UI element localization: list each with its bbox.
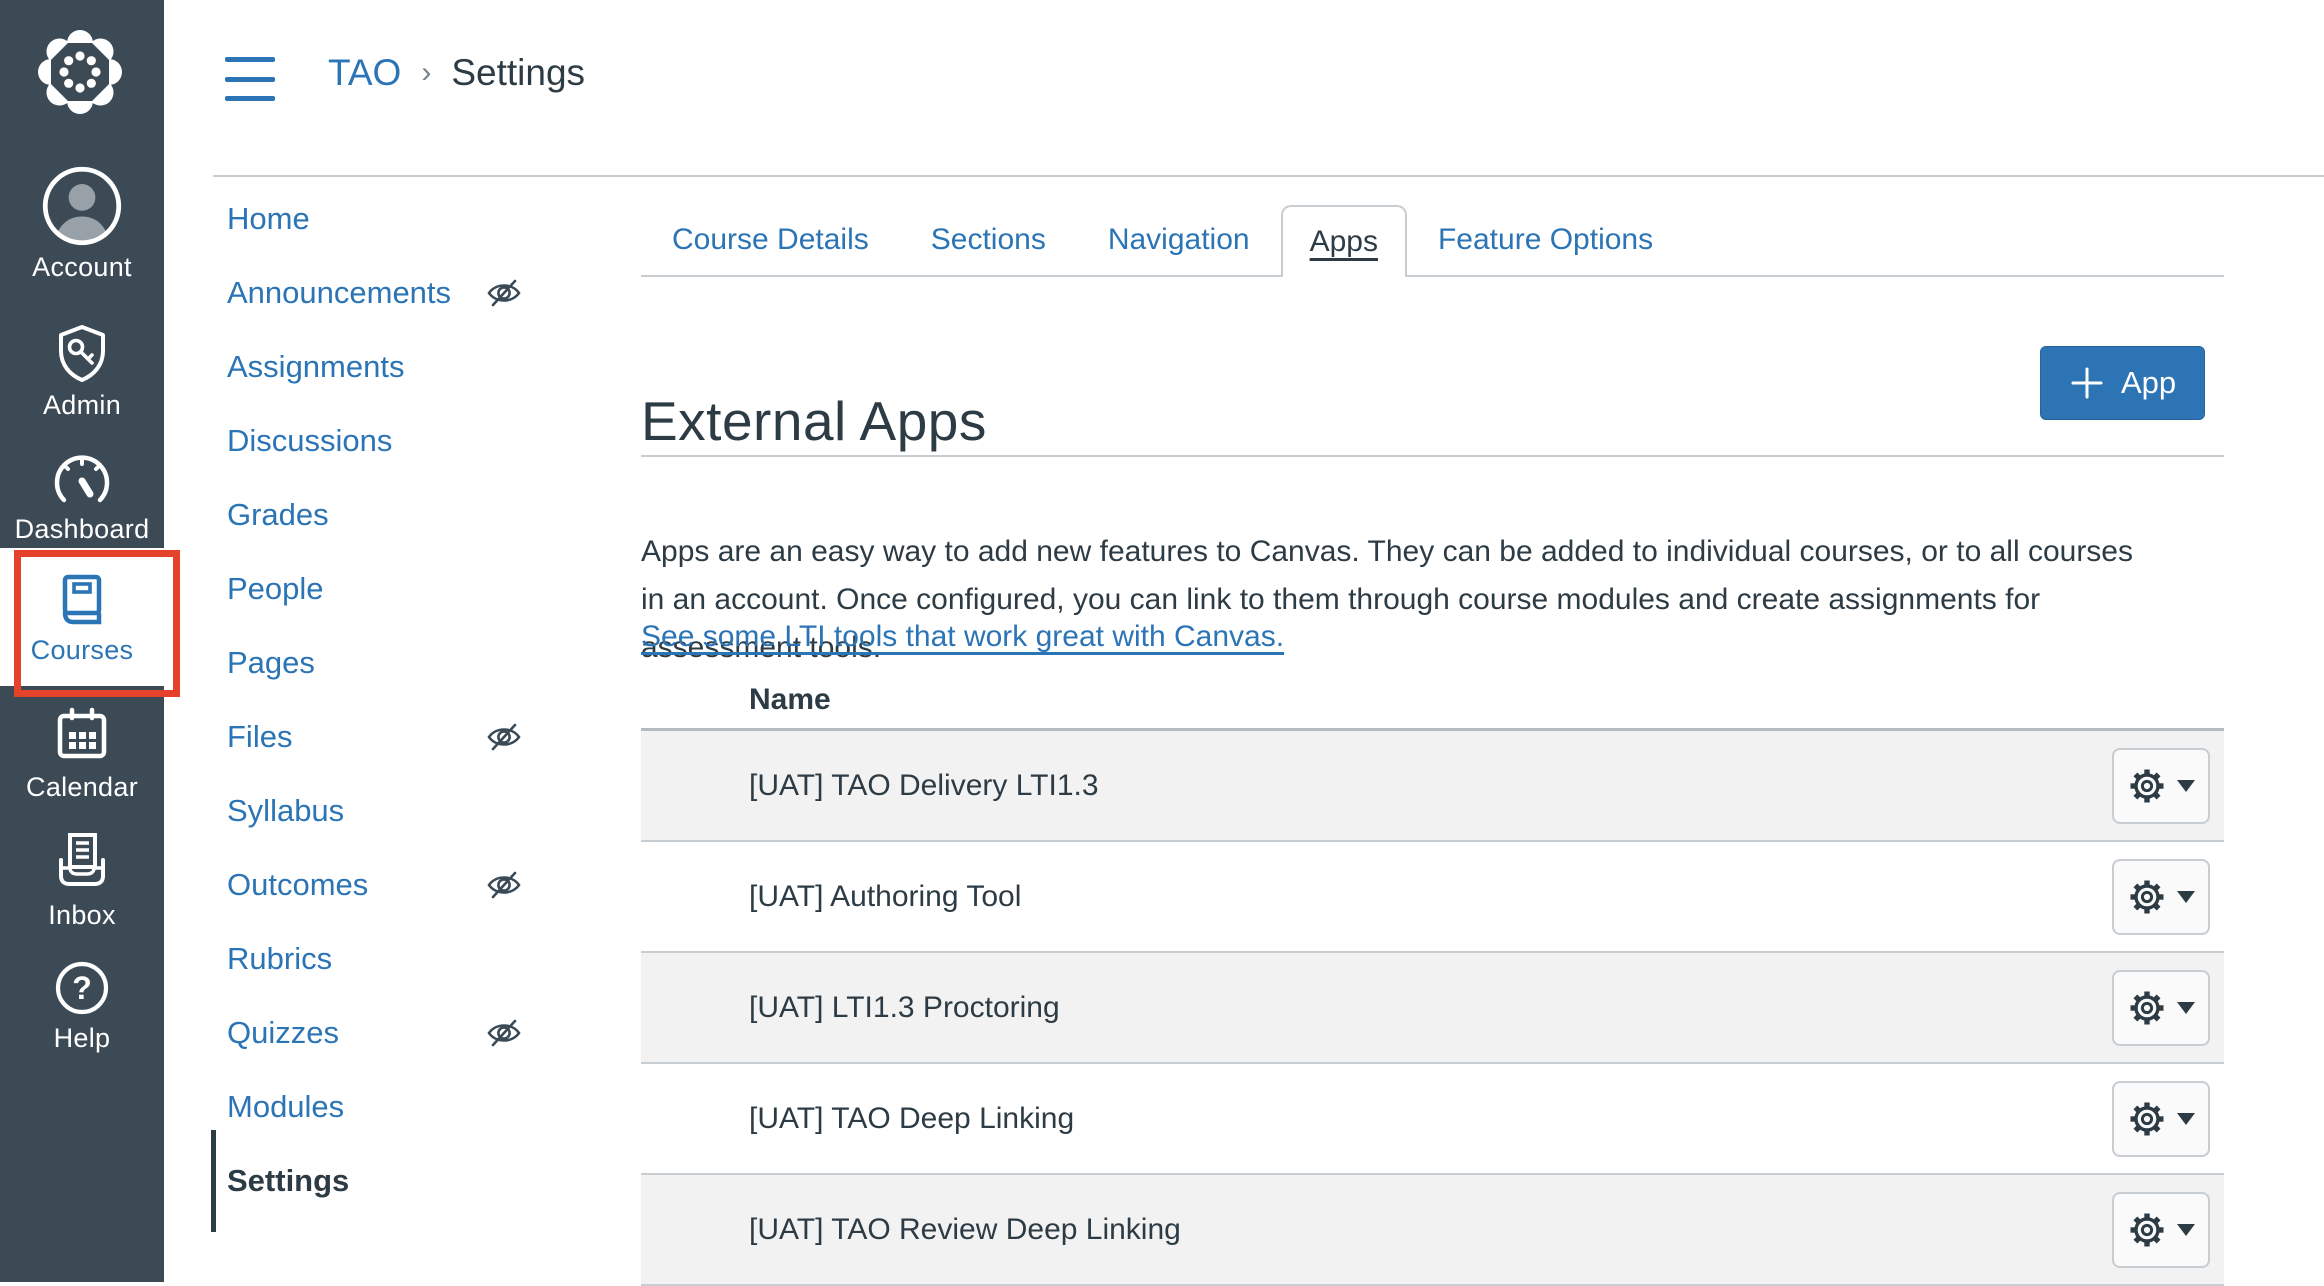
app-name: [UAT] LTI1.3 Proctoring bbox=[749, 991, 1060, 1025]
table-name-header: Name bbox=[641, 672, 2224, 728]
course-nav-item-quizzes[interactable]: Quizzes bbox=[227, 996, 529, 1070]
caret-down-icon bbox=[2177, 1113, 2195, 1125]
app-name: [UAT] TAO Deep Linking bbox=[749, 1102, 1074, 1136]
sidebar-item-inbox[interactable]: Inbox bbox=[0, 830, 164, 931]
caret-down-icon bbox=[2177, 1002, 2195, 1014]
app-name: [UAT] Authoring Tool bbox=[749, 880, 1021, 914]
course-nav-item-outcomes[interactable]: Outcomes bbox=[227, 848, 529, 922]
external-app-row: [UAT] TAO Delivery LTI1.3 bbox=[641, 731, 2224, 842]
courses-book-icon bbox=[51, 569, 113, 631]
help-question-icon: ? bbox=[51, 957, 113, 1019]
course-nav-item-people[interactable]: People bbox=[227, 552, 529, 626]
app-settings-button[interactable] bbox=[2112, 1081, 2210, 1157]
app-name: [UAT] TAO Review Deep Linking bbox=[749, 1213, 1181, 1247]
breadcrumb-separator-icon: › bbox=[421, 56, 431, 90]
course-nav-item-syllabus[interactable]: Syllabus bbox=[227, 774, 529, 848]
hidden-eye-icon bbox=[485, 274, 523, 312]
course-nav-item-home[interactable]: Home bbox=[227, 182, 529, 256]
sidebar-item-dashboard[interactable]: Dashboard bbox=[0, 448, 164, 545]
breadcrumb-course-link[interactable]: TAO bbox=[328, 52, 401, 94]
add-app-button-label: App bbox=[2121, 365, 2176, 401]
gear-icon bbox=[2127, 877, 2167, 917]
caret-down-icon bbox=[2177, 780, 2195, 792]
course-nav-item-pages[interactable]: Pages bbox=[227, 626, 529, 700]
external-app-row: [UAT] Authoring Tool bbox=[641, 842, 2224, 953]
gear-icon bbox=[2127, 1099, 2167, 1139]
tab-navigation[interactable]: Navigation bbox=[1077, 205, 1281, 275]
title-divider bbox=[641, 455, 2224, 457]
external-app-row: [UAT] TAO Deep Linking bbox=[641, 1064, 2224, 1175]
gear-icon bbox=[2127, 766, 2167, 806]
tab-sections[interactable]: Sections bbox=[900, 205, 1077, 275]
add-app-button[interactable]: App bbox=[2040, 346, 2205, 420]
sidebar-item-courses[interactable]: Courses bbox=[0, 548, 164, 686]
course-nav-item-discussions[interactable]: Discussions bbox=[227, 404, 529, 478]
course-nav-item-modules[interactable]: Modules bbox=[227, 1070, 529, 1144]
canvas-logo-icon bbox=[36, 28, 124, 116]
page-title: External Apps bbox=[641, 389, 987, 453]
calendar-icon bbox=[50, 704, 114, 768]
course-nav-item-rubrics[interactable]: Rubrics bbox=[227, 922, 529, 996]
tab-feature-options[interactable]: Feature Options bbox=[1407, 205, 1684, 275]
plus-icon bbox=[2069, 365, 2105, 401]
account-avatar-icon bbox=[40, 164, 124, 248]
external-apps-rows: [UAT] TAO Delivery LTI1.3 [UAT] Authorin… bbox=[641, 728, 2224, 1286]
canvas-logo[interactable] bbox=[36, 28, 124, 116]
external-app-row: [UAT] LTI1.3 Proctoring bbox=[641, 953, 2224, 1064]
app-settings-button[interactable] bbox=[2112, 748, 2210, 824]
app-settings-button[interactable] bbox=[2112, 970, 2210, 1046]
sidebar-item-label: Courses bbox=[31, 635, 134, 666]
app-settings-button[interactable] bbox=[2112, 859, 2210, 935]
course-nav-item-grades[interactable]: Grades bbox=[227, 478, 529, 552]
sidebar-item-label: Admin bbox=[43, 390, 121, 421]
sidebar-item-label: Account bbox=[32, 252, 132, 283]
hamburger-menu-icon[interactable] bbox=[225, 57, 275, 101]
inbox-icon bbox=[49, 830, 115, 896]
app-settings-button[interactable] bbox=[2112, 1192, 2210, 1268]
gear-icon bbox=[2127, 1210, 2167, 1250]
external-apps-table: Name [UAT] TAO Delivery LTI1.3 [UA bbox=[641, 672, 2224, 1286]
hidden-eye-icon bbox=[485, 866, 523, 904]
sidebar-item-label: Calendar bbox=[26, 772, 138, 803]
sidebar-item-admin[interactable]: Admin bbox=[0, 322, 164, 421]
settings-tabbar: Course Details Sections Navigation Apps … bbox=[641, 205, 2224, 277]
sidebar-item-label: Dashboard bbox=[15, 514, 150, 545]
hidden-eye-icon bbox=[485, 718, 523, 756]
lti-tools-link[interactable]: See some LTI tools that work great with … bbox=[641, 620, 1284, 654]
course-nav-item-announcements[interactable]: Announcements bbox=[227, 256, 529, 330]
caret-down-icon bbox=[2177, 1224, 2195, 1236]
dashboard-gauge-icon bbox=[48, 448, 116, 510]
breadcrumb: TAO › Settings bbox=[328, 52, 585, 94]
hidden-eye-icon bbox=[485, 1014, 523, 1052]
breadcrumb-current-page: Settings bbox=[451, 52, 585, 94]
tab-apps[interactable]: Apps bbox=[1281, 205, 1407, 277]
admin-shield-icon bbox=[49, 322, 115, 386]
svg-text:?: ? bbox=[72, 970, 92, 1006]
sidebar-item-account[interactable]: Account bbox=[0, 164, 164, 283]
sidebar-item-help[interactable]: ? Help bbox=[0, 957, 164, 1054]
global-nav-sidebar: Account Admin Dashboard Courses bbox=[0, 0, 164, 1282]
gear-icon bbox=[2127, 988, 2167, 1028]
course-nav-menu: Home Announcements Assignments Discussio… bbox=[227, 182, 529, 1218]
header-divider bbox=[213, 175, 2324, 177]
external-app-row: [UAT] TAO Review Deep Linking bbox=[641, 1175, 2224, 1286]
tab-course-details[interactable]: Course Details bbox=[641, 205, 900, 275]
caret-down-icon bbox=[2177, 891, 2195, 903]
course-nav-item-assignments[interactable]: Assignments bbox=[227, 330, 529, 404]
course-nav-item-settings[interactable]: Settings bbox=[227, 1144, 529, 1218]
sidebar-item-calendar[interactable]: Calendar bbox=[0, 704, 164, 803]
sidebar-item-label: Help bbox=[54, 1023, 111, 1054]
sidebar-item-label: Inbox bbox=[48, 900, 116, 931]
course-nav-item-files[interactable]: Files bbox=[227, 700, 529, 774]
app-name: [UAT] TAO Delivery LTI1.3 bbox=[749, 769, 1099, 803]
